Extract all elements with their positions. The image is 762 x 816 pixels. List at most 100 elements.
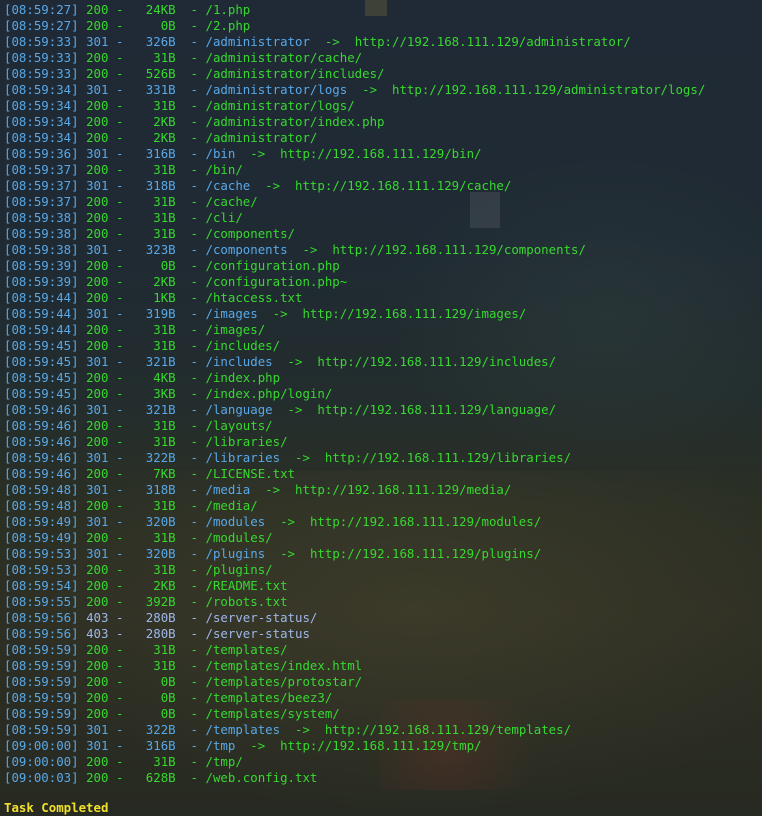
response-size: 316B <box>123 146 176 161</box>
request-path: /1.php <box>205 2 251 17</box>
status-code: 200 <box>86 290 109 305</box>
status-code: 200 <box>86 754 109 769</box>
request-path: /modules <box>205 514 266 529</box>
response-size: 31B <box>123 498 176 513</box>
request-path: /configuration.php~ <box>205 274 348 289</box>
request-path: /administrator/ <box>205 130 318 145</box>
response-size: 24KB <box>123 2 176 17</box>
request-path: /images/ <box>205 322 266 337</box>
separator: - <box>190 370 199 385</box>
request-path: /index.php/login/ <box>205 386 333 401</box>
redirect-arrow: -> <box>265 482 281 497</box>
redirect-arrow: -> <box>265 178 281 193</box>
separator: - <box>190 466 199 481</box>
status-code: 301 <box>86 450 109 465</box>
scan-result-line: [08:59:48] 200 - 31B - /media/ <box>4 498 758 514</box>
timestamp: [08:59:33] <box>4 66 79 81</box>
response-size: 31B <box>123 754 176 769</box>
timestamp: [08:59:36] <box>4 146 79 161</box>
response-size: 1KB <box>123 290 176 305</box>
timestamp: [08:59:53] <box>4 546 79 561</box>
response-size: 31B <box>123 562 176 577</box>
request-path: /media <box>205 482 251 497</box>
status-code: 200 <box>86 50 109 65</box>
status-code: 301 <box>86 242 109 257</box>
timestamp: [08:59:55] <box>4 594 79 609</box>
redirect-arrow: -> <box>287 402 303 417</box>
request-path: /administrator/logs/ <box>205 98 355 113</box>
status-code: 200 <box>86 2 109 17</box>
separator: - <box>190 658 199 673</box>
scan-result-line: [08:59:34] 200 - 2KB - /administrator/in… <box>4 114 758 130</box>
status-code: 200 <box>86 338 109 353</box>
scan-result-line: [08:59:37] 200 - 31B - /cache/ <box>4 194 758 210</box>
request-path: /administrator/logs <box>205 82 348 97</box>
timestamp: [08:59:46] <box>4 402 79 417</box>
response-size: 2KB <box>123 578 176 593</box>
separator: - <box>190 258 199 273</box>
redirect-url: http://192.168.111.129/components/ <box>332 242 586 257</box>
separator: - <box>190 274 199 289</box>
separator: - <box>190 130 199 145</box>
scan-result-line: [08:59:33] 301 - 326B - /administrator -… <box>4 34 758 50</box>
separator: - <box>190 482 199 497</box>
status-code: 301 <box>86 722 109 737</box>
status-code: 301 <box>86 738 109 753</box>
response-size: 31B <box>123 322 176 337</box>
task-status: Task Completed <box>4 800 109 815</box>
terminal-output: [08:59:27] 200 - 24KB - /1.php [08:59:27]… <box>4 2 758 786</box>
separator: - <box>190 18 199 33</box>
timestamp: [08:59:44] <box>4 306 79 321</box>
timestamp: [08:59:46] <box>4 466 79 481</box>
timestamp: [08:59:38] <box>4 226 79 241</box>
request-path: /server-status/ <box>205 610 318 625</box>
status-code: 301 <box>86 354 109 369</box>
separator: - <box>190 450 199 465</box>
separator: - <box>190 194 199 209</box>
separator: - <box>190 690 199 705</box>
status-code: 200 <box>86 226 109 241</box>
status-code: 200 <box>86 562 109 577</box>
status-code: 200 <box>86 498 109 513</box>
status-code: 200 <box>86 658 109 673</box>
separator: - <box>190 578 199 593</box>
status-code: 200 <box>86 690 109 705</box>
status-code: 200 <box>86 530 109 545</box>
response-size: 280B <box>123 626 176 641</box>
request-path: /layouts/ <box>205 418 273 433</box>
status-code: 200 <box>86 98 109 113</box>
request-path: /libraries/ <box>205 434 288 449</box>
timestamp: [08:59:38] <box>4 242 79 257</box>
request-path: /plugins <box>205 546 266 561</box>
scan-result-line: [08:59:44] 200 - 1KB - /htaccess.txt <box>4 290 758 306</box>
response-size: 4KB <box>123 370 176 385</box>
redirect-url: http://192.168.111.129/images/ <box>302 306 527 321</box>
redirect-url: http://192.168.111.129/tmp/ <box>280 738 482 753</box>
response-size: 0B <box>123 690 176 705</box>
scan-result-line: [08:59:59] 200 - 0B - /templates/system/ <box>4 706 758 722</box>
status-code: 200 <box>86 66 109 81</box>
request-path: /LICENSE.txt <box>205 466 296 481</box>
request-path: /templates/system/ <box>205 706 340 721</box>
redirect-arrow: -> <box>362 82 378 97</box>
redirect-arrow: -> <box>295 722 310 737</box>
redirect-arrow: -> <box>280 546 296 561</box>
timestamp: [09:00:00] <box>4 754 79 769</box>
response-size: 2KB <box>123 274 176 289</box>
separator: - <box>190 754 199 769</box>
timestamp: [08:59:37] <box>4 178 79 193</box>
separator: - <box>190 546 199 561</box>
request-path: /robots.txt <box>205 594 288 609</box>
timestamp: [08:59:54] <box>4 578 79 593</box>
status-code: 301 <box>86 178 109 193</box>
scan-result-line: [08:59:45] 200 - 3KB - /index.php/login/ <box>4 386 758 402</box>
status-code: 200 <box>86 770 109 785</box>
request-path: /includes <box>205 354 273 369</box>
response-size: 316B <box>123 738 176 753</box>
scan-result-line: [08:59:27] 200 - 24KB - /1.php <box>4 2 758 18</box>
timestamp: [08:59:59] <box>4 658 79 673</box>
redirect-url: http://192.168.111.129/libraries/ <box>324 450 572 465</box>
timestamp: [08:59:59] <box>4 722 79 737</box>
request-path: /includes/ <box>205 338 281 353</box>
separator: - <box>190 66 199 81</box>
